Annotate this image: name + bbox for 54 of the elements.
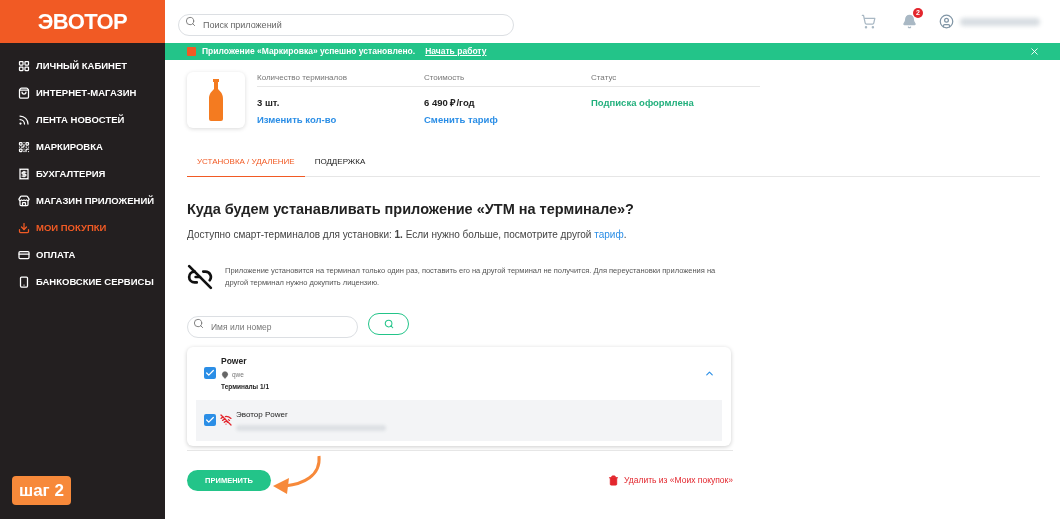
column-value: 6 490 ₽/год xyxy=(424,96,476,110)
available-text: Доступно смарт-терминалов для установки: 1. Если нужно больше, посмотрите другой тариф. xyxy=(187,227,628,242)
nav-item[interactable]: МАРКИРОВКА xyxy=(0,139,165,155)
grid-icon xyxy=(18,60,30,72)
no-signal-icon xyxy=(220,414,232,427)
column-header: Стоимость xyxy=(424,72,466,84)
qr-code-icon xyxy=(18,141,30,153)
location-pin-icon xyxy=(221,370,229,379)
page-heading: Куда будем устанавливать приложение «УТМ на терминале»? xyxy=(187,200,635,219)
terminal-row[interactable]: Эвотор Power xyxy=(196,399,722,441)
close-icon[interactable] xyxy=(1029,46,1040,57)
tariff-link[interactable]: тариф xyxy=(594,228,624,240)
bell-icon[interactable] xyxy=(902,14,917,29)
column-link[interactable]: Изменить кол-во xyxy=(257,113,337,128)
terminal-name: Эвотор Power xyxy=(236,409,289,422)
bag-icon xyxy=(18,87,30,99)
checkbox[interactable] xyxy=(204,414,216,427)
card-icon xyxy=(18,249,30,261)
search-icon xyxy=(185,16,196,27)
phone-icon xyxy=(18,276,30,288)
feed-icon xyxy=(18,114,30,126)
store-icon xyxy=(18,195,30,207)
column-value: Подписка оформлена xyxy=(591,96,695,110)
download-icon xyxy=(18,222,30,234)
delete-link[interactable]: Удалить из «Моих покупок» xyxy=(624,473,733,487)
column-value: 3 шт. xyxy=(257,96,281,110)
search-icon xyxy=(383,318,394,329)
checkbox[interactable] xyxy=(204,367,216,380)
nav-item[interactable]: БАНКОВСКИЕ СЕРВИСЫ xyxy=(0,274,165,290)
nav-item[interactable]: ЛЕНТА НОВОСТЕЙ xyxy=(0,112,165,128)
nav-item[interactable]: БУХГАЛТЕРИЯ xyxy=(0,166,165,182)
group-name: Power xyxy=(221,355,248,368)
bottle-icon xyxy=(209,79,223,121)
nav-item[interactable]: ОПЛАТА xyxy=(0,247,165,263)
nav-item[interactable]: ЛИЧНЫЙ КАБИНЕТ xyxy=(0,58,165,74)
receipt-icon xyxy=(18,168,30,180)
column-header: Количество терминалов xyxy=(257,72,348,84)
nav-item[interactable]: ИНТЕРНЕТ-МАГАЗИН xyxy=(0,85,165,101)
banner-message: Приложение «Маркировка» успешно установлено. xyxy=(202,45,416,58)
nav-item[interactable]: МАГАЗИН ПРИЛОЖЕНИЙ xyxy=(0,193,165,209)
pointer-arrow xyxy=(271,454,323,494)
column-header: Статус xyxy=(591,72,618,84)
search-field[interactable]: Поиск приложений xyxy=(178,13,514,36)
tab[interactable]: УСТАНОВКА / УДАЛЕНИЕ xyxy=(187,156,305,177)
column-link[interactable]: Сменить тариф xyxy=(424,113,498,128)
nav-item[interactable]: МОИ ПОКУПКИ xyxy=(0,220,165,236)
step-badge: шаг 2 xyxy=(12,475,71,505)
user-icon[interactable] xyxy=(939,14,954,29)
broken-link-icon xyxy=(187,263,213,290)
trash-icon xyxy=(608,474,619,486)
search-icon xyxy=(193,318,204,330)
cart-icon[interactable] xyxy=(861,14,876,29)
terminal-search-field[interactable]: Имя или номер xyxy=(187,315,358,338)
tab[interactable]: ПОДДЕРЖКА xyxy=(304,156,376,177)
